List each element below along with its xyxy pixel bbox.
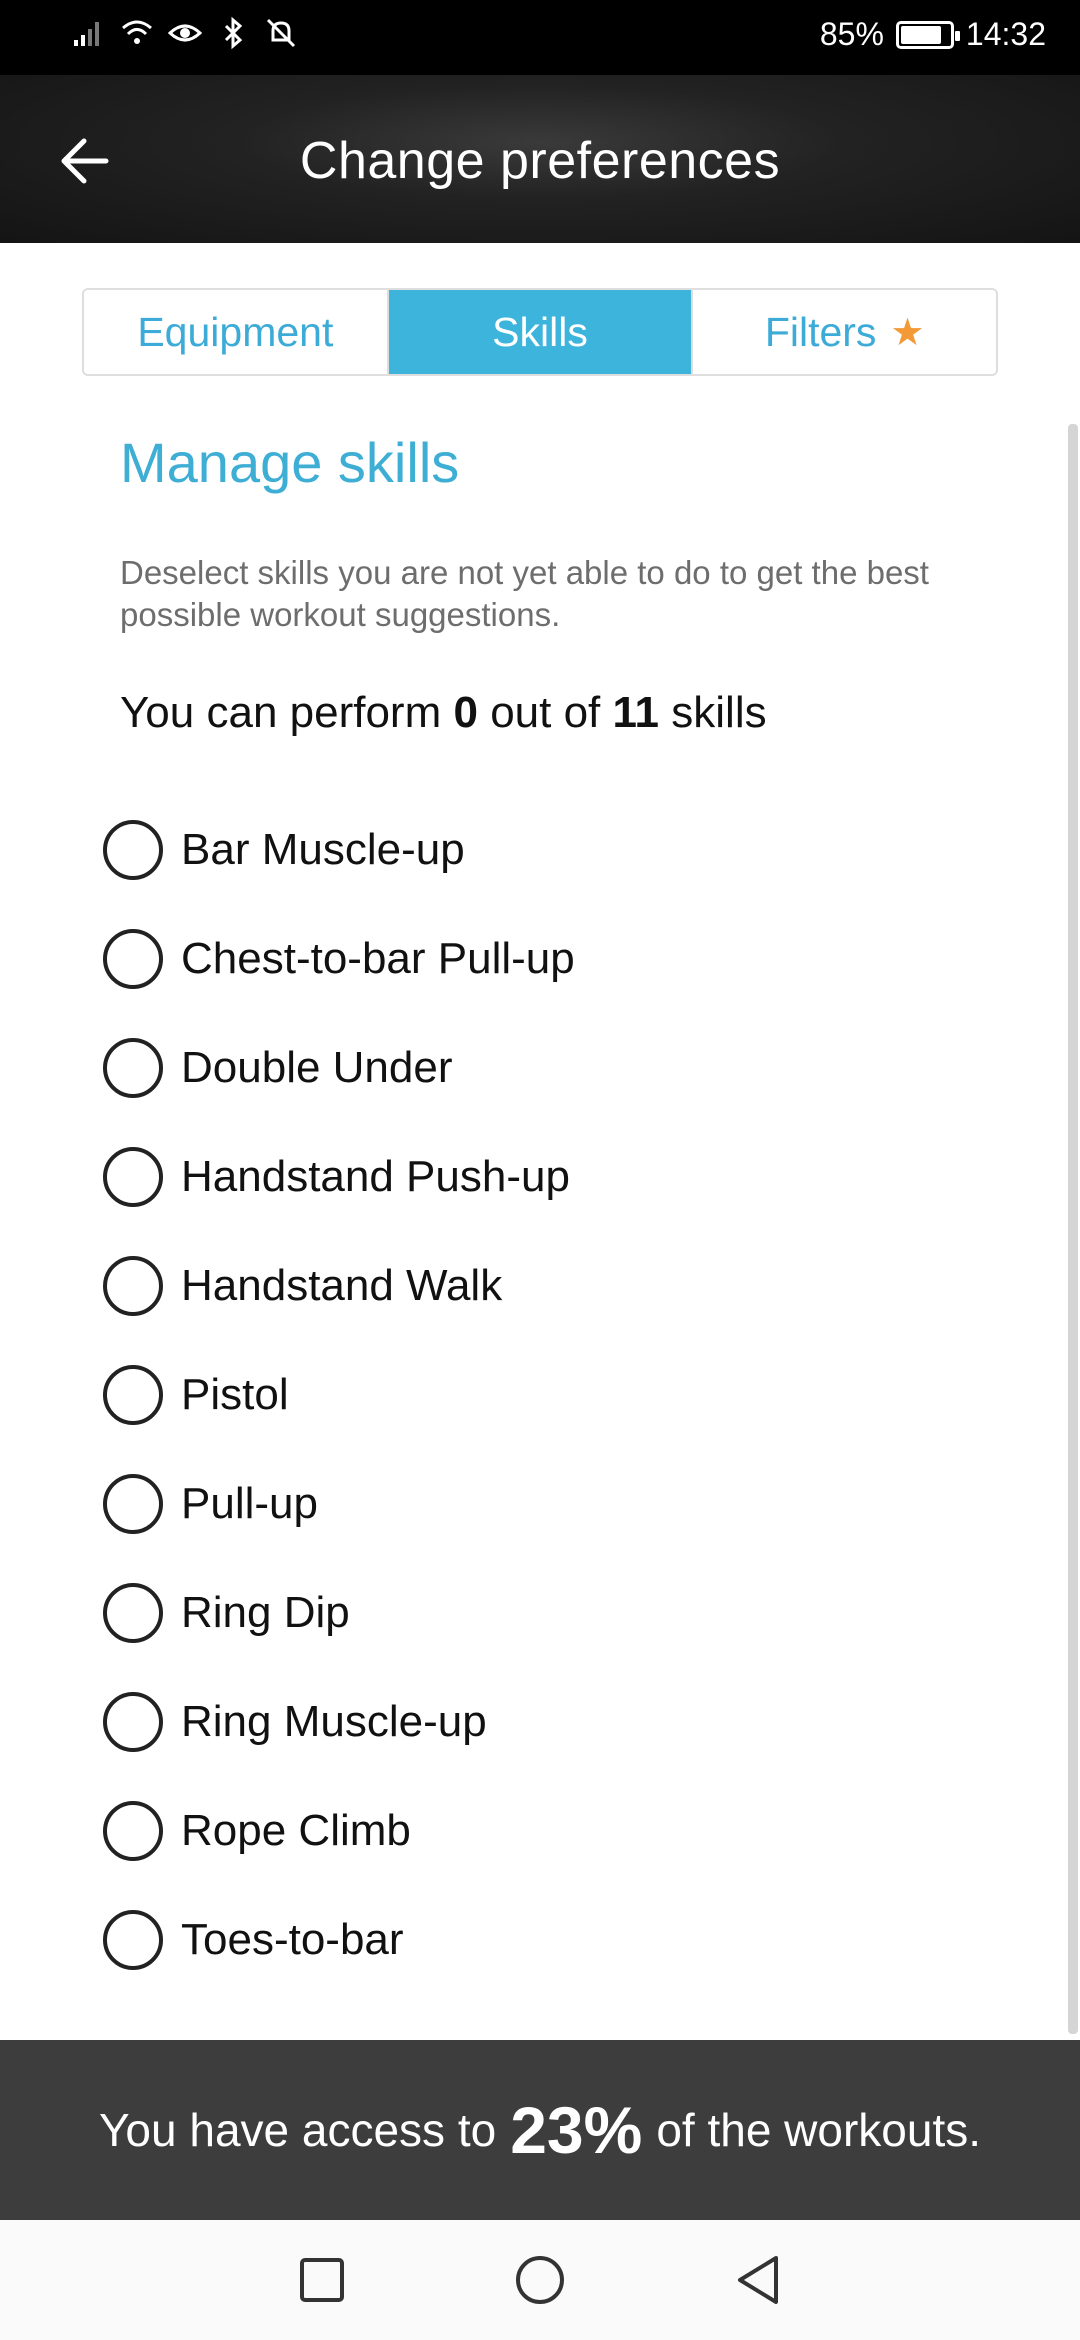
skill-label: Handstand Push-up — [181, 1151, 570, 1201]
recents-button[interactable] — [292, 2250, 352, 2310]
skill-item[interactable]: Double Under — [103, 1013, 1003, 1122]
skills-performed-count: 0 — [453, 688, 478, 737]
radio-button[interactable] — [103, 1255, 163, 1316]
summary-middle: out of — [490, 688, 601, 737]
skill-item[interactable]: Bar Muscle-up — [103, 795, 1003, 904]
preference-tabs: Equipment Skills Filters ★ — [82, 288, 998, 376]
status-icons — [72, 16, 298, 50]
skill-item[interactable]: Handstand Walk — [103, 1231, 1003, 1340]
radio-button[interactable] — [103, 1364, 163, 1425]
radio-button[interactable] — [103, 1800, 163, 1861]
battery-icon — [895, 20, 960, 49]
skill-item[interactable]: Pull-up — [103, 1449, 1003, 1558]
skill-label: Handstand Walk — [181, 1260, 503, 1310]
skill-label: Chest-to-bar Pull-up — [181, 933, 575, 983]
app-header: Change preferences — [0, 75, 1080, 243]
skill-label: Double Under — [181, 1042, 453, 1092]
clock: 14:32 — [965, 16, 1046, 52]
workout-access-banner: You have access to 23% of the workouts. — [0, 2040, 1080, 2220]
skill-label: Rope Climb — [181, 1805, 411, 1855]
access-prefix: You have access to — [98, 2104, 497, 2156]
skill-label: Ring Muscle-up — [181, 1696, 487, 1746]
recents-icon — [300, 2258, 344, 2302]
summary-suffix: skills — [671, 688, 767, 737]
skill-label: Toes-to-bar — [181, 1914, 404, 1964]
radio-button[interactable] — [103, 1473, 163, 1534]
summary-prefix: You can perform — [120, 688, 442, 737]
tab-skills[interactable]: Skills — [386, 290, 692, 374]
tab-filters-label: Filters — [764, 308, 877, 355]
skill-item[interactable]: Handstand Push-up — [103, 1122, 1003, 1231]
section-description: Deselect skills you are not yet able to … — [120, 554, 929, 633]
eye-icon — [168, 24, 202, 42]
status-bar: 85% 14:32 — [0, 0, 1080, 75]
star-icon: ★ — [890, 311, 925, 354]
skill-item[interactable]: Ring Dip — [103, 1558, 1003, 1667]
radio-button[interactable] — [103, 1037, 163, 1098]
skill-item[interactable]: Pistol — [103, 1340, 1003, 1449]
section-title: Manage skills — [120, 431, 460, 494]
home-button[interactable] — [510, 2250, 570, 2310]
system-back-button[interactable] — [728, 2250, 788, 2310]
status-right: 85% 14:32 — [820, 16, 1046, 53]
scrollbar[interactable] — [1068, 424, 1078, 2034]
mute-notifications-icon — [266, 18, 296, 48]
radio-button[interactable] — [103, 1691, 163, 1752]
page-title: Change preferences — [299, 132, 781, 190]
access-percent: 23% — [510, 2093, 643, 2167]
tab-equipment[interactable]: Equipment — [84, 290, 387, 374]
skills-total-count: 11 — [612, 688, 660, 737]
radio-button[interactable] — [103, 928, 163, 989]
skill-item[interactable]: Toes-to-bar — [103, 1885, 1003, 1994]
home-icon — [516, 2256, 564, 2304]
bluetooth-icon — [224, 16, 243, 50]
skill-label: Pistol — [181, 1369, 289, 1419]
skill-label: Bar Muscle-up — [181, 824, 465, 874]
battery-percent: 85% — [819, 16, 884, 52]
skill-item[interactable]: Rope Climb — [103, 1776, 1003, 1885]
radio-button[interactable] — [103, 1909, 163, 1970]
skill-label: Ring Dip — [181, 1587, 350, 1637]
access-suffix: of the workouts. — [656, 2104, 982, 2156]
radio-button[interactable] — [103, 819, 163, 880]
back-icon — [738, 2256, 778, 2304]
tab-skills-label: Skills — [492, 308, 588, 355]
skills-summary: You can perform 0 out of 11 skills — [120, 688, 767, 738]
skill-item[interactable]: Chest-to-bar Pull-up — [103, 904, 1003, 1013]
signal-icon — [74, 22, 99, 46]
skill-item[interactable]: Ring Muscle-up — [103, 1667, 1003, 1776]
system-nav-bar — [0, 2220, 1080, 2340]
tab-filters[interactable]: Filters ★ — [691, 290, 996, 374]
radio-button[interactable] — [103, 1582, 163, 1643]
skill-label: Pull-up — [181, 1478, 318, 1528]
tab-equipment-label: Equipment — [137, 308, 334, 355]
wifi-icon — [122, 20, 152, 44]
skills-list: Bar Muscle-up Chest-to-bar Pull-up Doubl… — [103, 795, 1003, 1994]
radio-button[interactable] — [103, 1146, 163, 1207]
battery-fill — [900, 25, 942, 44]
